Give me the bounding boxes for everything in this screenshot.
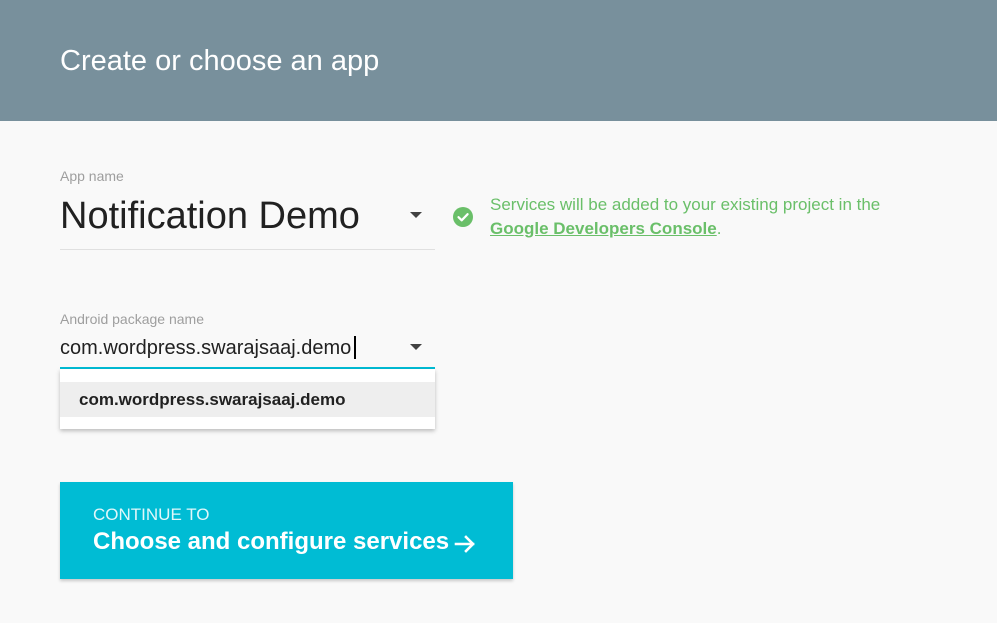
arrow-right-icon [454,535,475,553]
info-message: Services will be added to your existing … [490,193,890,241]
page-title: Create or choose an app [60,45,380,77]
text-cursor [354,336,356,359]
package-name-label: Android package name [60,311,204,327]
caret-down-icon[interactable] [410,212,422,218]
continue-label: Choose and configure services [93,528,450,555]
package-suggestion-item[interactable]: com.wordpress.swarajsaaj.demo [60,382,435,417]
page-header: Create or choose an app [0,0,997,121]
app-name-select[interactable]: Notification Demo [60,192,360,240]
google-developers-console-link[interactable]: Google Developers Console [490,219,717,238]
continue-eyebrow: CONTINUE TO [93,505,210,524]
app-name-underline [60,249,435,250]
caret-down-icon[interactable] [410,344,422,350]
app-name-label: App name [60,168,124,184]
package-name-input[interactable] [60,334,400,362]
info-text-prefix: Services will be added to your existing … [490,195,881,214]
check-circle-icon [453,207,473,227]
info-text-suffix: . [716,219,722,238]
package-suggestion-menu: com.wordpress.swarajsaaj.demo [60,369,435,429]
continue-button[interactable]: CONTINUE TO Choose and configure service… [60,482,513,579]
